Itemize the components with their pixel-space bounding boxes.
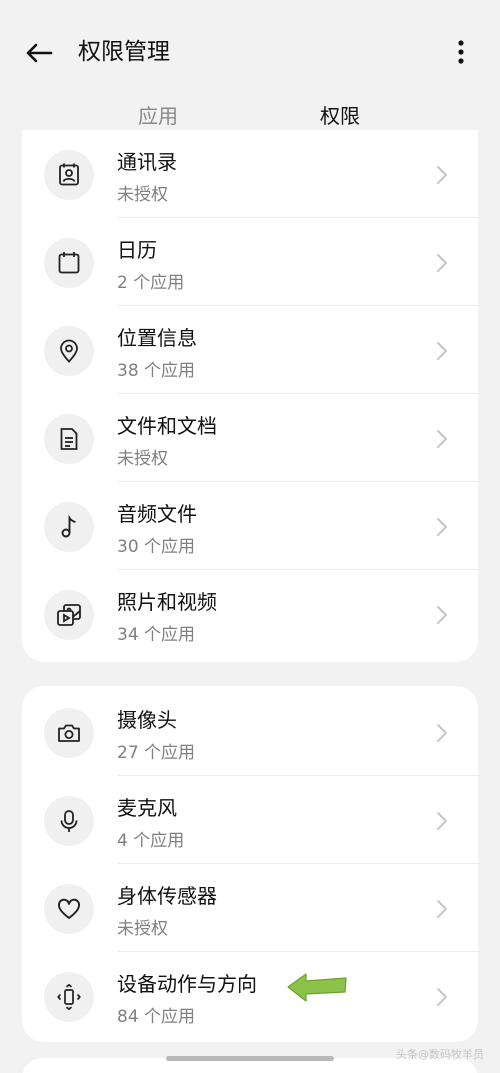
contacts-icon xyxy=(44,150,94,200)
app-header: 权限管理 xyxy=(0,0,500,100)
permission-item-device-motion[interactable]: 设备动作与方向 84 个应用 xyxy=(22,952,478,1040)
permission-label: 通讯录 xyxy=(117,150,177,174)
home-indicator[interactable] xyxy=(166,1056,334,1061)
watermark: 头条@数码牧羊员 xyxy=(396,1048,484,1061)
permission-label: 日历 xyxy=(117,238,157,262)
calendar-icon xyxy=(44,238,94,288)
permission-status: 84 个应用 xyxy=(117,1007,196,1027)
more-options-button[interactable] xyxy=(446,34,476,70)
chevron-right-icon xyxy=(437,900,447,918)
device-motion-icon xyxy=(44,972,94,1022)
back-button[interactable] xyxy=(20,34,58,72)
permission-status: 38 个应用 xyxy=(117,361,196,381)
music-note-icon xyxy=(44,502,94,552)
permission-label: 照片和视频 xyxy=(117,590,217,614)
permission-item-camera[interactable]: 摄像头 27 个应用 xyxy=(22,688,478,776)
permission-status: 未授权 xyxy=(117,185,168,205)
permission-item-photos-videos[interactable]: 照片和视频 34 个应用 xyxy=(22,570,478,658)
permission-status: 2 个应用 xyxy=(117,273,185,293)
permission-status: 34 个应用 xyxy=(117,625,196,645)
permission-label: 音频文件 xyxy=(117,502,197,526)
permission-label: 设备动作与方向 xyxy=(117,972,257,996)
chevron-right-icon xyxy=(437,606,447,624)
permission-item-audio[interactable]: 音频文件 30 个应用 xyxy=(22,482,478,570)
permission-group-2: 摄像头 27 个应用 麦克风 4 个应用 身体传感器 未授权 设备动作与方向 8… xyxy=(22,686,478,1042)
chevron-right-icon xyxy=(437,988,447,1006)
permission-label: 摄像头 xyxy=(117,708,177,732)
permission-label: 文件和文档 xyxy=(117,414,217,438)
permission-label: 身体传感器 xyxy=(117,884,217,908)
permission-status: 30 个应用 xyxy=(117,537,196,557)
chevron-right-icon xyxy=(437,430,447,448)
permission-status: 未授权 xyxy=(117,449,168,469)
photo-video-icon xyxy=(44,590,94,640)
chevron-right-icon xyxy=(437,254,447,272)
page-title: 权限管理 xyxy=(78,39,170,65)
permission-status: 4 个应用 xyxy=(117,831,185,851)
back-arrow-icon xyxy=(26,43,53,63)
more-vertical-icon xyxy=(458,40,464,64)
permission-label: 麦克风 xyxy=(117,796,177,820)
permission-item-files[interactable]: 文件和文档 未授权 xyxy=(22,394,478,482)
chevron-right-icon xyxy=(437,342,447,360)
document-icon xyxy=(44,414,94,464)
permission-label: 位置信息 xyxy=(117,326,197,350)
permission-item-microphone[interactable]: 麦克风 4 个应用 xyxy=(22,776,478,864)
chevron-right-icon xyxy=(437,724,447,742)
camera-icon xyxy=(44,708,94,758)
permission-status: 27 个应用 xyxy=(117,743,196,763)
permission-item-location[interactable]: 位置信息 38 个应用 xyxy=(22,306,478,394)
chevron-right-icon xyxy=(437,812,447,830)
annotation-arrow-icon xyxy=(287,973,347,1002)
permission-status: 未授权 xyxy=(117,919,168,939)
permission-group-1: 通讯录 未授权 日历 2 个应用 位置信息 38 个应用 文件和文档 未授权 音… xyxy=(22,130,478,662)
heart-icon xyxy=(44,884,94,934)
location-pin-icon xyxy=(44,326,94,376)
chevron-right-icon xyxy=(437,166,447,184)
permission-item-body-sensors[interactable]: 身体传感器 未授权 xyxy=(22,864,478,952)
permission-item-calendar[interactable]: 日历 2 个应用 xyxy=(22,218,478,306)
chevron-right-icon xyxy=(437,518,447,536)
microphone-icon xyxy=(44,796,94,846)
permission-item-contacts[interactable]: 通讯录 未授权 xyxy=(22,130,478,218)
